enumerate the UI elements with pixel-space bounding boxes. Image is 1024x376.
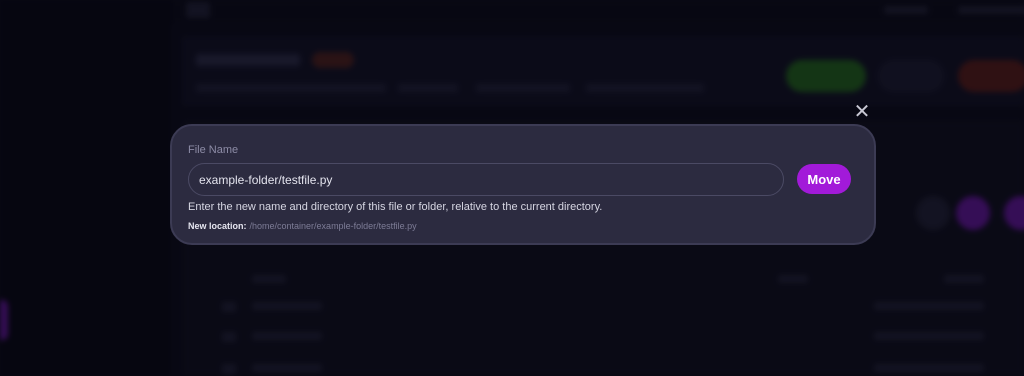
- new-location-path: /home/container/example-folder/testfile.…: [249, 221, 417, 231]
- new-location: New location:/home/container/example-fol…: [188, 221, 417, 231]
- help-text: Enter the new name and directory of this…: [188, 201, 603, 213]
- file-name-input[interactable]: [188, 163, 784, 196]
- rename-file-modal: File Name Move Enter the new name and di…: [170, 124, 876, 245]
- file-name-label: File Name: [188, 144, 239, 156]
- close-icon[interactable]: ✕: [852, 102, 872, 122]
- move-button[interactable]: Move: [797, 164, 851, 194]
- new-location-label: New location:: [188, 221, 247, 231]
